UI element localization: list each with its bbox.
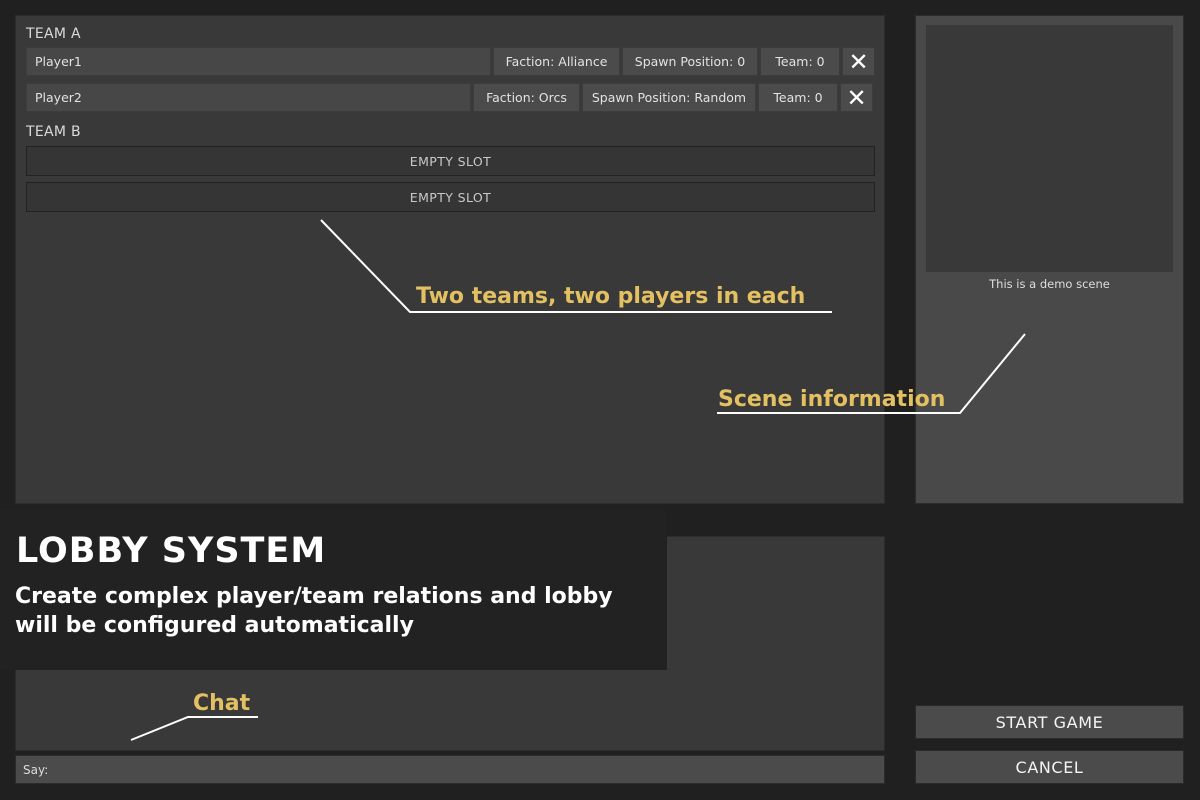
cancel-button[interactable]: CANCEL [915, 750, 1184, 784]
team-selector[interactable]: Team: 0 [758, 83, 838, 112]
chat-input[interactable] [48, 755, 884, 784]
empty-slot[interactable]: EMPTY SLOT [26, 182, 875, 212]
scene-panel: This is a demo scene [915, 15, 1184, 504]
player-row: Player1 Faction: Alliance Spawn Position… [26, 47, 875, 76]
chat-input-bar: Say: [15, 755, 885, 784]
player-row: Player2 Faction: Orcs Spawn Position: Ra… [26, 83, 873, 112]
scene-preview-image [926, 25, 1173, 272]
empty-slot[interactable]: EMPTY SLOT [26, 146, 875, 176]
close-icon[interactable]: ✕ [840, 83, 873, 112]
scene-annotation: Scene information [718, 387, 946, 412]
faction-selector[interactable]: Faction: Orcs [473, 83, 580, 112]
scene-caption: This is a demo scene [989, 277, 1110, 291]
start-game-button[interactable]: START GAME [915, 705, 1184, 739]
team-a-label: TEAM A [26, 26, 81, 42]
close-icon[interactable]: ✕ [842, 47, 875, 76]
teams-panel: TEAM A Player1 Faction: Alliance Spawn P… [15, 15, 885, 504]
player-name[interactable]: Player2 [26, 83, 471, 112]
teams-annotation: Two teams, two players in each [416, 284, 806, 309]
spawn-position-selector[interactable]: Spawn Position: 0 [622, 47, 758, 76]
promo-banner: LOBBY SYSTEM Create complex player/team … [0, 510, 667, 670]
chat-annotation: Chat [193, 691, 251, 716]
banner-title: LOBBY SYSTEM [16, 531, 327, 571]
banner-subtitle: Create complex player/team relations and… [15, 584, 613, 638]
say-label: Say: [23, 762, 49, 777]
player-name[interactable]: Player1 [26, 47, 491, 76]
spawn-position-selector[interactable]: Spawn Position: Random [582, 83, 756, 112]
team-selector[interactable]: Team: 0 [760, 47, 840, 76]
team-b-label: TEAM B [26, 124, 81, 140]
faction-selector[interactable]: Faction: Alliance [493, 47, 620, 76]
